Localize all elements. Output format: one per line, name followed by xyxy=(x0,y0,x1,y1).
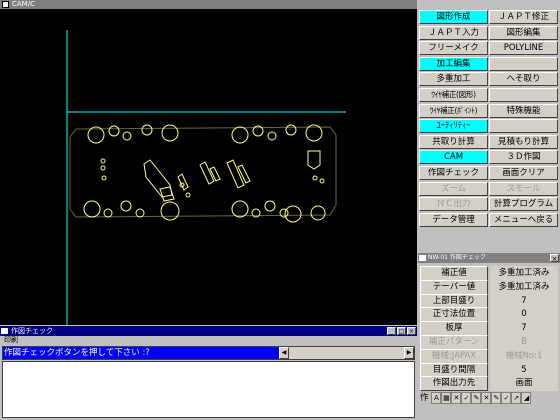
menu-button[interactable]: 画面クリア xyxy=(489,166,558,180)
drawn-parts xyxy=(69,124,337,223)
hole xyxy=(83,200,101,218)
menu-button[interactable]: ３Ｄ作図 xyxy=(489,150,558,165)
menu-button[interactable]: フリーメイク xyxy=(419,41,488,56)
window-icon xyxy=(1,328,8,334)
menu-button[interactable]: 多重加工 xyxy=(419,72,488,87)
hole xyxy=(231,200,249,218)
cross-icon[interactable]: ✕ xyxy=(481,392,492,404)
panel-icon xyxy=(419,255,426,261)
slot-shape xyxy=(209,166,221,182)
slot-shape xyxy=(159,186,175,202)
pin-hole xyxy=(101,175,107,181)
menu-button[interactable] xyxy=(489,119,558,134)
menu-button[interactable]: ズーム xyxy=(419,181,488,196)
slot-shape xyxy=(307,150,321,170)
menu-button[interactable]: ﾜｲﾔ補正(ﾎﾟｲﾝﾄ) xyxy=(419,103,488,118)
menu-button[interactable]: ＮＣ出力 xyxy=(419,197,488,212)
menu-button[interactable]: 計算プログラム xyxy=(489,197,558,212)
pen-icon[interactable]: ✎ xyxy=(471,392,482,404)
menu-button[interactable]: 見積もり計算 xyxy=(489,134,558,149)
menu-button[interactable]: ＪＡＰＴ入力 xyxy=(419,25,488,40)
pin-hole xyxy=(312,175,318,181)
message-text[interactable]: 作図チェックボタンを押して下さい :? xyxy=(3,347,279,359)
minimize-icon[interactable]: _ xyxy=(387,327,396,335)
check-icon[interactable]: ✓ xyxy=(461,392,472,404)
menu-button[interactable]: ﾕｰﾃｨﾘﾃｨｰ xyxy=(419,119,488,134)
icon-row-label: 作 xyxy=(420,393,429,403)
hole xyxy=(231,126,249,144)
cross-icon[interactable]: ✕ xyxy=(451,392,462,404)
arrow-icon[interactable]: ➚ xyxy=(511,392,522,404)
chevron-icon[interactable]: ◢ xyxy=(521,392,532,404)
drawing-canvas[interactable] xyxy=(0,9,417,325)
axis-lines xyxy=(66,30,346,325)
check-panel-title: NW-01 作図チェック xyxy=(428,254,486,261)
pen-icon[interactable]: ✎ xyxy=(491,392,502,404)
app-titlebar: CAM/C xyxy=(0,0,417,9)
scroll-right-icon[interactable]: ▶ xyxy=(404,347,414,359)
horizontal-scrollbar[interactable]: ◀ ▶ xyxy=(279,347,414,359)
message-area[interactable] xyxy=(2,361,415,418)
menu-print[interactable]: 印刷 xyxy=(4,336,18,345)
menu-button[interactable]: データ管理 xyxy=(419,212,488,227)
hole xyxy=(264,200,276,212)
hole xyxy=(141,124,153,136)
text-icon[interactable]: A xyxy=(431,392,442,404)
menu-button[interactable]: 図形編集 xyxy=(489,25,558,40)
check-window: 作図チェック _ □ × 印刷 作図チェックボタンを押して下さい :? ◀ ▶ xyxy=(0,326,417,420)
maximize-icon[interactable]: □ xyxy=(397,327,406,335)
hole xyxy=(103,208,113,218)
menu-button[interactable]: 特殊機能 xyxy=(489,103,558,118)
slot-shape xyxy=(143,159,173,198)
pin-hole xyxy=(100,158,106,164)
hole xyxy=(87,126,105,144)
menu-button[interactable] xyxy=(489,88,558,102)
hole xyxy=(108,125,120,137)
pin-hole xyxy=(100,165,106,171)
check-window-title: 作図チェック xyxy=(11,327,53,335)
close-icon[interactable]: × xyxy=(550,254,559,263)
check-panel-titlebar: NW-01 作図チェック × xyxy=(418,253,560,263)
hole xyxy=(310,205,326,221)
hole xyxy=(160,201,180,221)
menu-panel: 図形作成 ＪＡＰＴ修正 ＪＡＰＴ入力 図形編集 フリーメイク POLYLINE 加工編集 多重… xyxy=(418,9,560,420)
hole xyxy=(120,200,132,212)
check-icon[interactable]: ✓ xyxy=(501,392,512,404)
menu-button[interactable]: ﾜｲﾔ補正(図形) xyxy=(419,88,488,102)
icon-bar: 作 A ▦ ✕ ✓ ✎ ✕ ✎ ✓ ➚ ◢ xyxy=(420,390,558,406)
message-bar: 作図チェックボタンを押して下さい :? ◀ ▶ xyxy=(2,346,415,360)
menu-button[interactable]: 共取り計算 xyxy=(419,134,488,149)
pin-hole xyxy=(319,178,325,184)
hole xyxy=(285,124,297,136)
menu-button[interactable]: ヘそ取り xyxy=(489,72,558,87)
menu-button[interactable]: 作図チェック xyxy=(419,166,488,180)
menu-button[interactable]: ＪＡＰＴ修正 xyxy=(489,10,558,24)
menu-button[interactable]: POLYLINE xyxy=(489,41,558,56)
scroll-left-icon[interactable]: ◀ xyxy=(279,347,289,359)
slot-shape xyxy=(177,173,189,191)
hole xyxy=(122,131,132,141)
grid-icon[interactable]: ▦ xyxy=(441,392,452,404)
menu-button[interactable]: メニューへ戻る xyxy=(489,212,558,227)
menu-button[interactable] xyxy=(489,56,558,71)
hole xyxy=(135,208,145,218)
hole xyxy=(161,124,179,142)
menu-button[interactable]: CAM xyxy=(419,150,488,165)
menu-button[interactable]: 加工編集 xyxy=(419,56,488,71)
hole xyxy=(185,192,191,198)
hole xyxy=(267,131,277,141)
close-icon[interactable]: × xyxy=(407,327,416,335)
menu-button[interactable]: 図形作成 xyxy=(419,10,488,24)
slot-shape xyxy=(237,164,251,184)
menu-button[interactable]: スモール xyxy=(489,181,558,196)
app-icon xyxy=(2,1,9,8)
app-title: CAM/C xyxy=(12,0,35,8)
check-window-titlebar: 作図チェック _ □ × xyxy=(0,326,417,336)
